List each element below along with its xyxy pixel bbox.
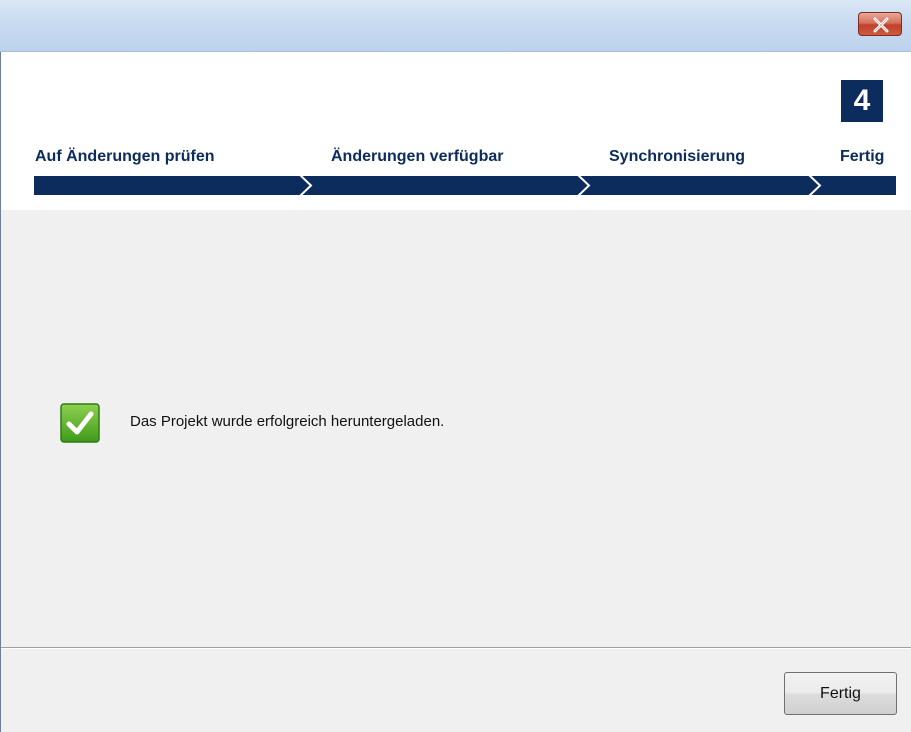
window-left-border [0, 52, 1, 732]
footer-divider-highlight [0, 648, 911, 649]
wizard-window: 4 Auf Änderungen prüfen Änderungen verfü… [0, 0, 911, 732]
finish-button[interactable]: Fertig [784, 672, 897, 715]
wizard-header: 4 Auf Änderungen prüfen Änderungen verfü… [0, 52, 911, 210]
status-message: Das Projekt wurde erfolgreich herunterge… [130, 413, 445, 430]
step-label-finished: Fertig [840, 148, 885, 165]
step-label-changes-available: Änderungen verfügbar [331, 148, 504, 165]
wizard-content: Das Projekt wurde erfolgreich herunterge… [0, 210, 911, 647]
wizard-progress-bar [34, 176, 896, 195]
close-x-icon [873, 17, 889, 33]
title-bar [0, 0, 911, 52]
current-step-badge: 4 [841, 80, 883, 122]
close-button[interactable] [858, 12, 902, 36]
step-label-synchronization: Synchronisierung [609, 148, 746, 165]
green-checkmark-icon [60, 403, 100, 443]
step-label-check-changes: Auf Änderungen prüfen [35, 148, 215, 165]
